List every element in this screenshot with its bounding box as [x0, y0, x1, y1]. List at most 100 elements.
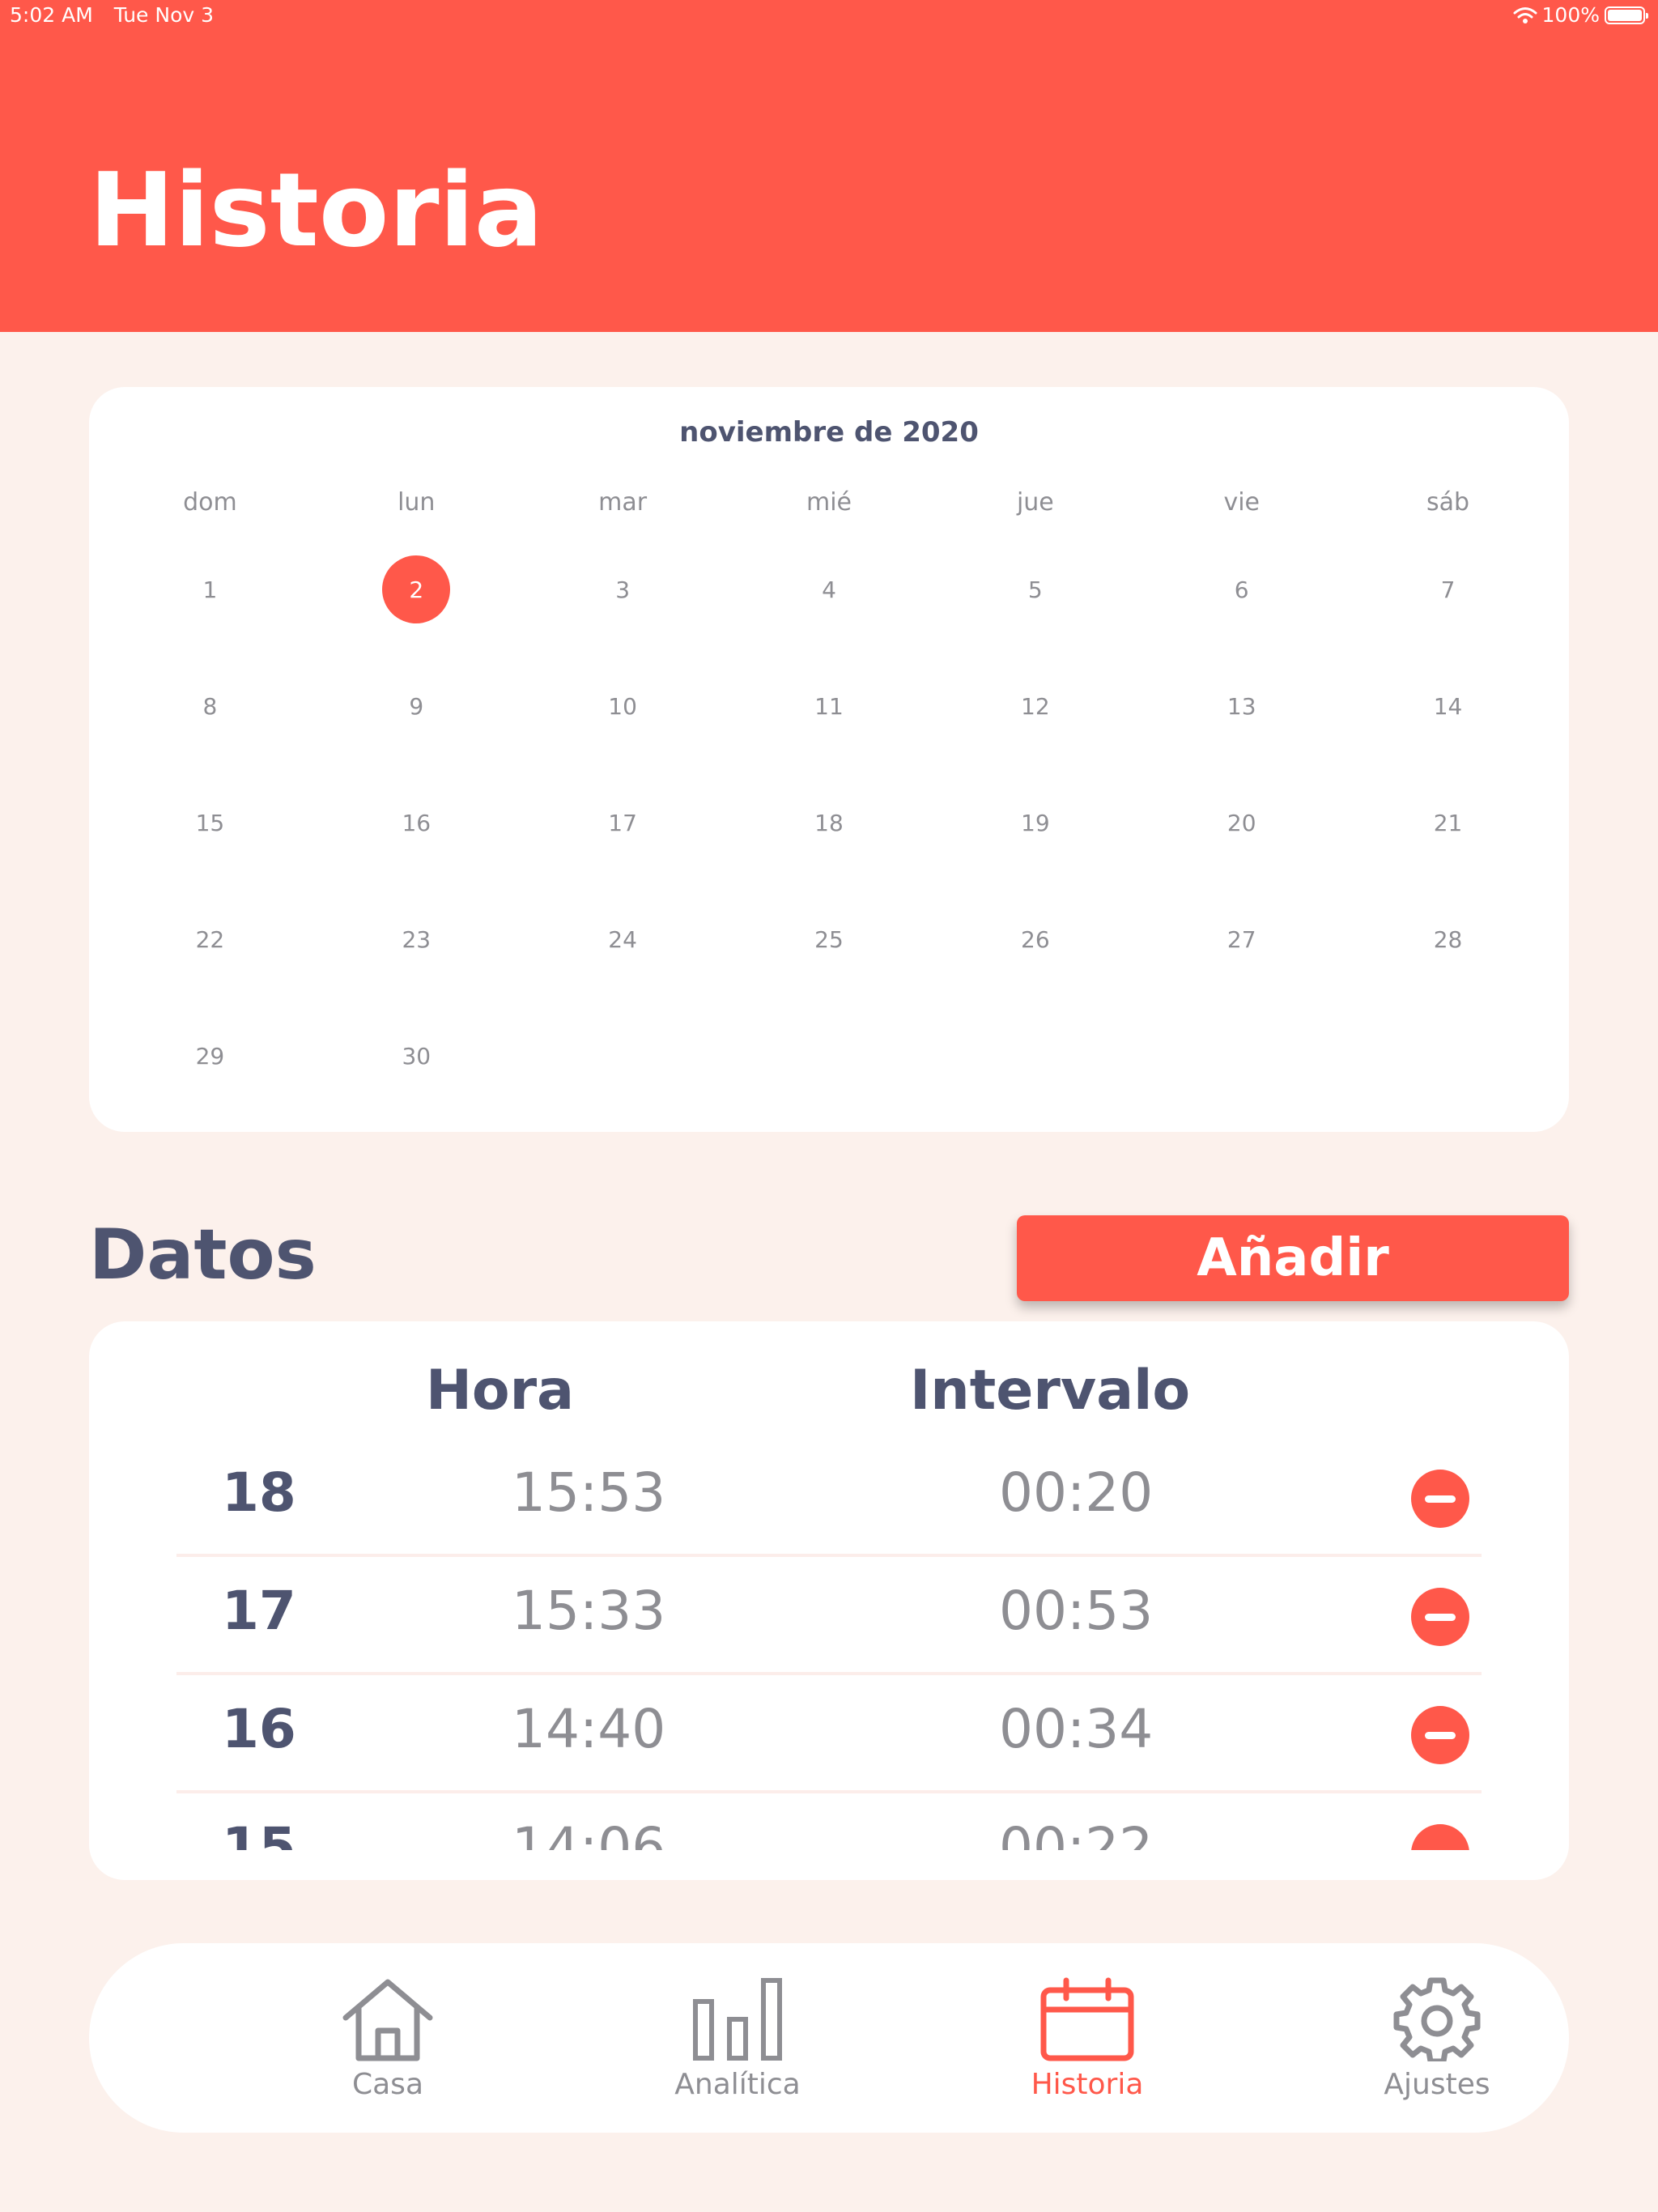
table-row: 18 15:53 00:20 — [176, 1439, 1482, 1557]
calendar-day[interactable]: 8 — [107, 672, 313, 740]
calendar-day[interactable]: 25 — [726, 905, 933, 973]
add-button[interactable]: Añadir — [1017, 1215, 1569, 1301]
calendar-day-number: 9 — [409, 692, 424, 720]
calendar-day[interactable]: 18 — [726, 789, 933, 857]
tab-label: Ajustes — [1384, 2068, 1490, 2101]
calendar-icon — [1040, 1977, 1134, 2061]
header-bar: 5:02 AM Tue Nov 3 100% Historia — [0, 0, 1658, 332]
tab-label: Casa — [351, 2068, 423, 2101]
remove-row-button[interactable] — [1411, 1588, 1469, 1646]
weekday-label: dom — [183, 488, 237, 517]
calendar-day[interactable]: 16 — [313, 789, 520, 857]
row-interval: 00:34 — [999, 1698, 1154, 1760]
calendar-day[interactable]: 4 — [726, 555, 933, 623]
table-row: 16 14:40 00:34 — [176, 1675, 1482, 1793]
column-header-hora: Hora — [426, 1359, 575, 1423]
tab-label: Analítica — [674, 2068, 801, 2101]
calendar-day-number: 8 — [202, 692, 218, 720]
calendar-day-number: 22 — [195, 925, 225, 953]
calendar-day[interactable]: 30 — [313, 1022, 520, 1090]
calendar-day[interactable]: 9 — [313, 672, 520, 740]
calendar-day[interactable]: 20 — [1138, 789, 1345, 857]
row-number: 17 — [222, 1580, 296, 1642]
calendar-day-number: 3 — [615, 576, 631, 603]
calendar-day-number: 2 — [382, 555, 451, 623]
row-number: 16 — [222, 1698, 296, 1760]
calendar-day-number: 19 — [1021, 809, 1050, 836]
row-time: 15:33 — [512, 1580, 666, 1642]
calendar-day-number: 29 — [195, 1042, 225, 1070]
calendar-day-number: 21 — [1433, 809, 1463, 836]
tab-analitica[interactable]: Analítica — [616, 1943, 859, 2133]
weekday-label: lun — [397, 488, 436, 517]
calendar-day[interactable]: 5 — [932, 555, 1138, 623]
row-number: 18 — [222, 1461, 296, 1524]
calendar-day[interactable]: 7 — [1345, 555, 1551, 623]
calendar-day[interactable]: 24 — [520, 905, 726, 973]
calendar-day[interactable]: 15 — [107, 789, 313, 857]
calendar-day-number: 7 — [1440, 576, 1456, 603]
row-time: 14:06 — [512, 1816, 666, 1850]
status-bar-right: 100% — [1513, 3, 1648, 27]
calendar-day[interactable]: 11 — [726, 672, 933, 740]
calendar-day[interactable]: 19 — [932, 789, 1138, 857]
calendar-day[interactable]: 14 — [1345, 672, 1551, 740]
weekday-label: sáb — [1426, 488, 1470, 517]
weekday-label: jue — [1016, 488, 1054, 517]
tab-label: Historia — [1031, 2068, 1144, 2101]
tab-ajustes[interactable]: Ajustes — [1316, 1943, 1558, 2133]
calendar-day-number: 6 — [1234, 576, 1249, 603]
tab-casa[interactable]: Casa — [266, 1943, 509, 2133]
calendar-day[interactable]: 28 — [1345, 905, 1551, 973]
tab-historia[interactable]: Historia — [966, 1943, 1209, 2133]
status-date: Tue Nov 3 — [113, 3, 215, 27]
calendar-day-number: 17 — [608, 809, 637, 836]
calendar-day-number: 27 — [1226, 925, 1256, 953]
calendar-day-number: 4 — [822, 576, 836, 603]
calendar-day-selected[interactable]: 2 — [313, 555, 520, 623]
table-rows[interactable]: 18 15:53 00:20 17 15:33 00:53 16 14:40 0… — [176, 1439, 1482, 1850]
row-number: 15 — [222, 1816, 296, 1850]
calendar-day[interactable]: 27 — [1138, 905, 1345, 973]
calendar-day[interactable]: 13 — [1138, 672, 1345, 740]
table-row: 17 15:33 00:53 — [176, 1557, 1482, 1675]
status-bar-left: 5:02 AM Tue Nov 3 — [10, 3, 228, 27]
bar-chart-icon — [693, 1978, 782, 2061]
status-time: 5:02 AM — [10, 3, 93, 27]
row-time: 14:40 — [512, 1698, 666, 1760]
row-time: 15:53 — [512, 1461, 666, 1524]
calendar-day[interactable]: 12 — [932, 672, 1138, 740]
remove-row-button[interactable] — [1411, 1824, 1469, 1850]
remove-row-button[interactable] — [1411, 1706, 1469, 1764]
weekday-label: vie — [1223, 488, 1260, 517]
calendar-day[interactable]: 1 — [107, 555, 313, 623]
remove-row-button[interactable] — [1411, 1470, 1469, 1528]
calendar-day-number: 5 — [1027, 576, 1043, 603]
section-title-datos: Datos — [89, 1214, 317, 1295]
row-interval: 00:22 — [999, 1816, 1154, 1850]
calendar-day[interactable]: 26 — [932, 905, 1138, 973]
column-header-intervalo: Intervalo — [910, 1359, 1191, 1423]
calendar-day[interactable]: 21 — [1345, 789, 1551, 857]
calendar-day[interactable]: 10 — [520, 672, 726, 740]
calendar-day[interactable]: 6 — [1138, 555, 1345, 623]
calendar-grid: 1 2 3 4 5 6 7 8 9 10 11 12 13 14 15 16 1… — [89, 555, 1569, 1138]
calendar-day-number: 15 — [195, 809, 225, 836]
calendar-day[interactable]: 29 — [107, 1022, 313, 1090]
calendar-day-number: 11 — [814, 692, 844, 720]
weekday-label: mié — [806, 488, 852, 517]
calendar-month-label: noviembre de 2020 — [679, 416, 979, 449]
page-title: Historia — [89, 151, 543, 270]
row-interval: 00:53 — [999, 1580, 1154, 1642]
calendar-day-number: 20 — [1226, 809, 1256, 836]
calendar-day[interactable]: 17 — [520, 789, 726, 857]
calendar-day[interactable]: 22 — [107, 905, 313, 973]
calendar-day-number: 18 — [814, 809, 844, 836]
calendar-day-number: 16 — [402, 809, 432, 836]
calendar-day-number: 23 — [402, 925, 432, 953]
calendar-day[interactable]: 23 — [313, 905, 520, 973]
calendar-day-number: 13 — [1226, 692, 1256, 720]
calendar-day[interactable]: 3 — [520, 555, 726, 623]
calendar-day-number: 25 — [814, 925, 844, 953]
home-icon — [342, 1979, 433, 2061]
